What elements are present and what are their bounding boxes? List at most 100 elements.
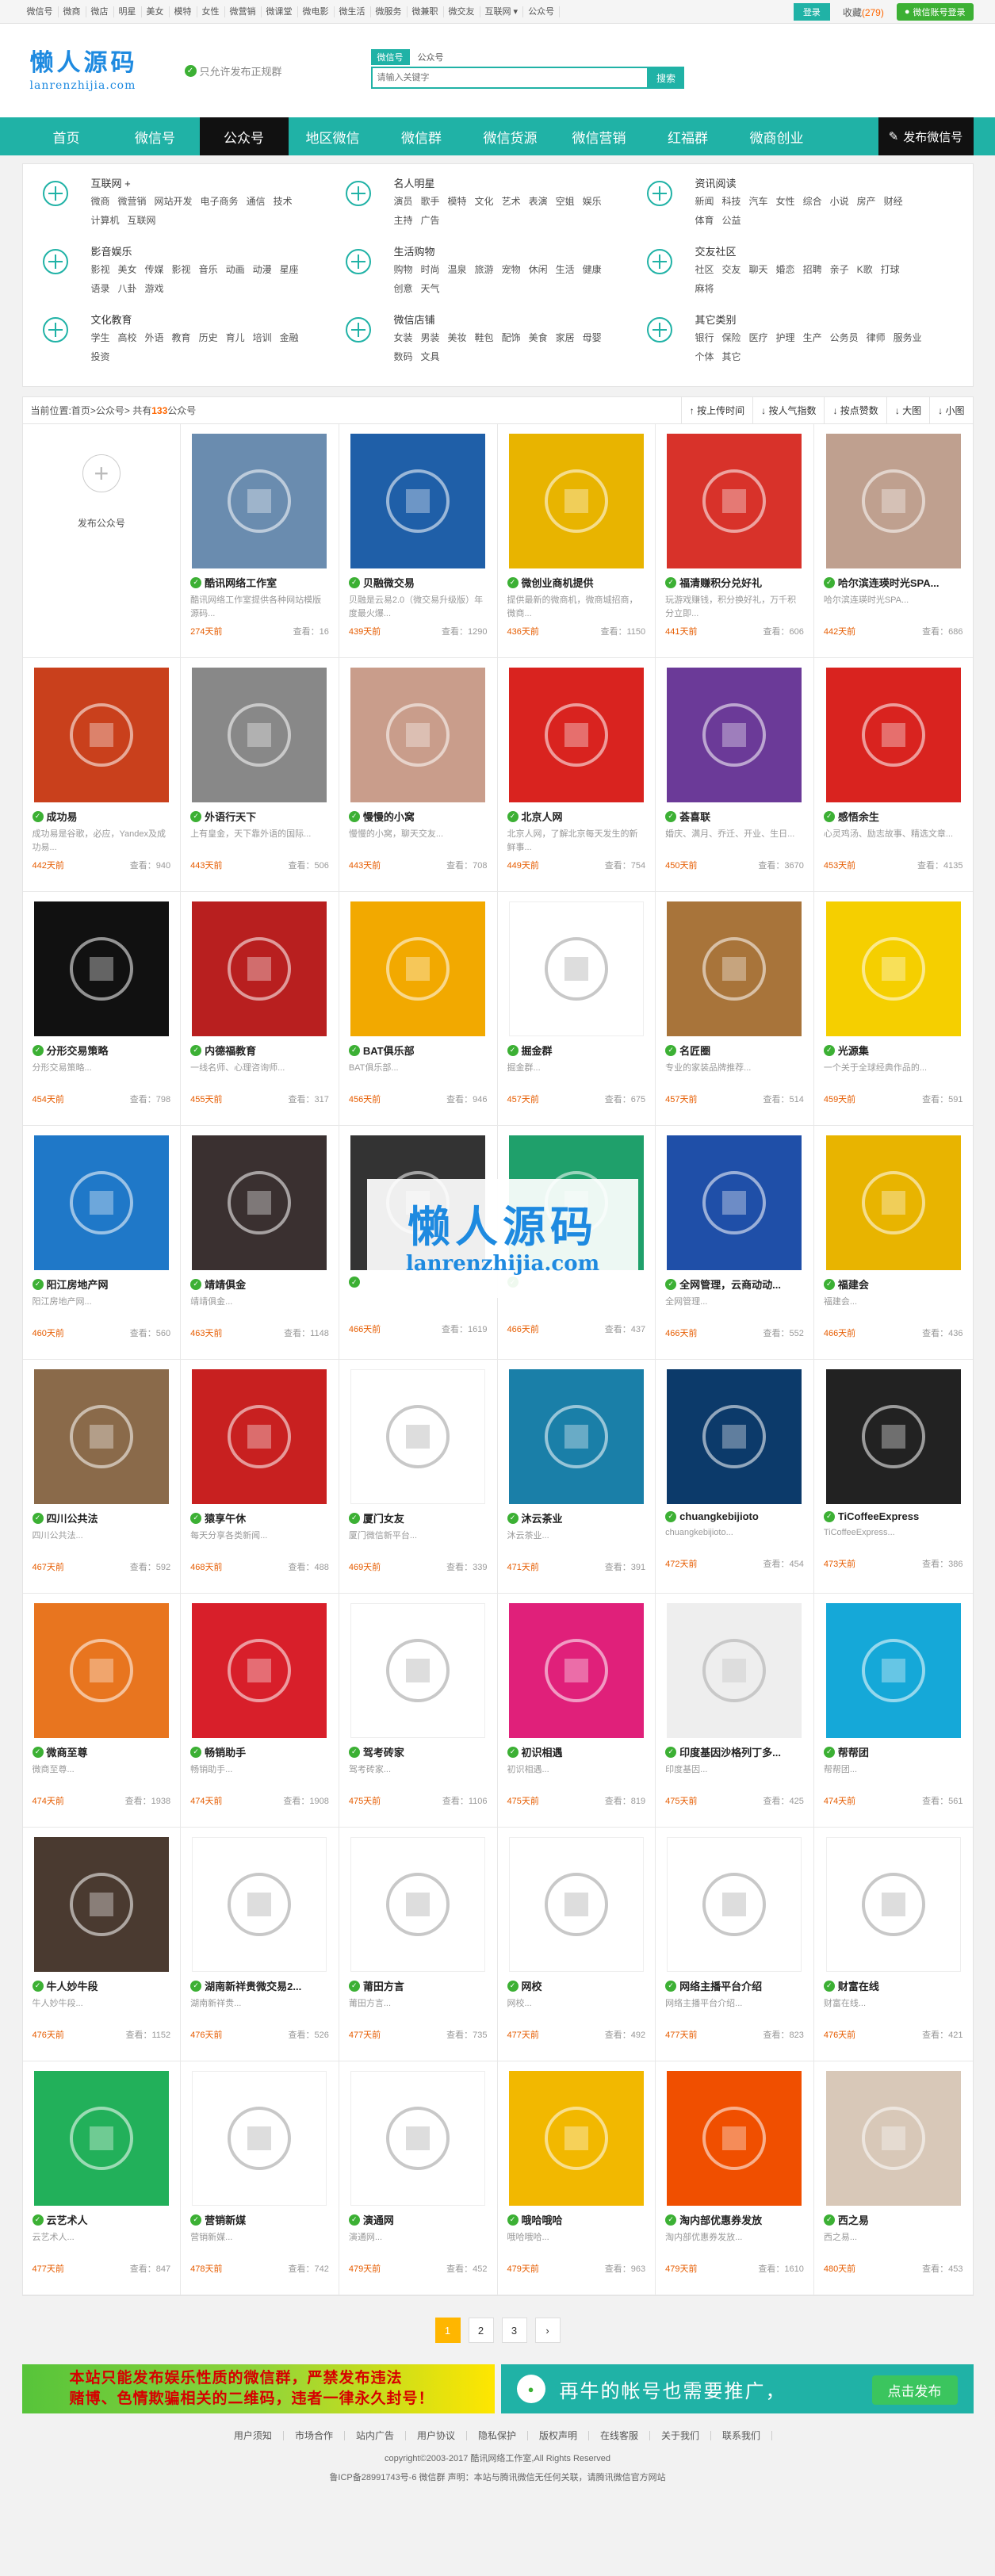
category-link[interactable]: 保险 [722, 328, 741, 347]
account-name-row[interactable]: ✓ 福建会 [823, 1277, 963, 1292]
account-name-row[interactable]: ✓ 云艺术人 [32, 2212, 171, 2227]
account-card[interactable]: ✓ 畅销助手 畅销助手... 474天前 查看：1908 [181, 1594, 339, 1828]
category-link[interactable]: 家居 [556, 328, 575, 347]
category-link[interactable]: 男装 [421, 328, 440, 347]
category-link[interactable]: 音乐 [199, 260, 218, 279]
account-qr-thumbnail[interactable] [667, 1369, 802, 1504]
category-link[interactable]: 温泉 [448, 260, 467, 279]
account-qr-thumbnail[interactable] [350, 1603, 486, 1738]
account-qr-thumbnail[interactable] [667, 1837, 802, 1972]
account-qr-thumbnail[interactable] [350, 434, 486, 568]
category-link[interactable]: 游戏 [145, 279, 164, 298]
account-qr-thumbnail[interactable] [350, 1369, 486, 1504]
category-link[interactable]: 娱乐 [583, 192, 602, 211]
account-qr-thumbnail[interactable] [192, 434, 327, 568]
category-link[interactable]: 招聘 [803, 260, 822, 279]
account-card[interactable]: ✓ 莆田方言 莆田方言... 477天前 查看：735 [339, 1828, 498, 2061]
account-qr-thumbnail[interactable] [667, 2071, 802, 2206]
category-link[interactable]: 交友 [722, 260, 741, 279]
account-card[interactable]: ✓ 西之易 西之易... 480天前 查看：453 [813, 2061, 973, 2295]
account-name-row[interactable]: ✓ 酷讯网络工作室 [190, 575, 329, 590]
category-link[interactable]: 美食 [529, 328, 548, 347]
category-title[interactable]: 微信店铺 [394, 312, 632, 327]
category-link[interactable]: 动漫 [253, 260, 272, 279]
account-name-row[interactable]: ✓ 北京人网 [507, 809, 646, 824]
category-link[interactable]: 公务员 [830, 328, 859, 347]
account-name-row[interactable]: ✓ TiCoffeeExpress [823, 1510, 963, 1522]
category-link[interactable]: 天气 [421, 279, 440, 298]
category-title[interactable]: 名人明星 [394, 175, 632, 190]
category-link[interactable]: 新闻 [695, 192, 714, 211]
category-link[interactable]: 鞋包 [475, 328, 494, 347]
footer-link[interactable]: 用户协议 [406, 2431, 467, 2440]
account-card[interactable]: ✓ 靖靖俱金 靖靖俱金... 463天前 查看：1148 [181, 1126, 339, 1360]
nav-item-supply[interactable]: 微信货源 [466, 117, 555, 155]
category-link[interactable]: 数码 [394, 347, 413, 366]
account-name-row[interactable]: ✓ 网校 [507, 1978, 646, 1993]
account-card[interactable]: ✓ 帮帮团 帮帮团... 474天前 查看：561 [813, 1594, 973, 1828]
account-card[interactable]: ✓ 酷讯网络工作室 酷讯网络工作室提供各种网站模版源码... 274天前 查看：16 [181, 424, 339, 658]
account-name-row[interactable]: ✓ 荟喜联 [665, 809, 804, 824]
notice-banner[interactable]: 本站只能发布娱乐性质的微信群，严禁发布违法 赌博、色情欺骗相关的二维码，违者一律… [21, 2364, 495, 2413]
category-link[interactable]: 计算机 [91, 211, 120, 230]
category-title[interactable]: 其它类别 [695, 312, 933, 327]
account-name-row[interactable]: ✓ 贝融微交易 [348, 575, 488, 590]
top-link[interactable]: 微服务 [371, 6, 408, 17]
category-link[interactable]: 美女 [118, 260, 137, 279]
category-link[interactable]: 网站开发 [155, 192, 193, 211]
account-name-row[interactable]: ✓ 微商至尊 [32, 1744, 171, 1759]
account-qr-thumbnail[interactable] [825, 2071, 961, 2206]
category-link[interactable]: 互联网 [128, 211, 156, 230]
account-qr-thumbnail[interactable] [508, 2071, 644, 2206]
account-name-row[interactable]: ✓ 演通网 [348, 2212, 488, 2227]
nav-item-redpack[interactable]: 红福群 [644, 117, 733, 155]
account-name-row[interactable]: ✓ 全网管理，云商动动... [665, 1277, 804, 1292]
category-link[interactable]: 婚恋 [776, 260, 795, 279]
category-link[interactable]: 通信 [247, 192, 266, 211]
account-qr-thumbnail[interactable] [825, 1603, 961, 1738]
category-link[interactable]: 律师 [867, 328, 886, 347]
account-qr-thumbnail[interactable] [825, 1837, 961, 1972]
account-name-row[interactable]: ✓ 网络主播平台介绍 [665, 1978, 804, 1993]
favorites-link[interactable]: 收藏(279) [843, 6, 884, 19]
account-name-row[interactable]: ✓ 西之易 [823, 2212, 963, 2227]
view-small[interactable]: ↓ 小图 [929, 397, 972, 423]
account-card[interactable]: ✓ 驾考砖家 驾考砖家... 475天前 查看：1106 [339, 1594, 498, 1828]
category-link[interactable]: 传媒 [145, 260, 164, 279]
category-link[interactable]: 体育 [695, 211, 714, 230]
account-card[interactable]: ✓ BAT俱乐部 BAT俱乐部... 456天前 查看：946 [339, 892, 498, 1126]
category-link[interactable]: 歌手 [421, 192, 440, 211]
sort-by-popularity[interactable]: ↓ 按人气指数 [752, 397, 824, 423]
account-qr-thumbnail[interactable] [667, 1603, 802, 1738]
account-qr-thumbnail[interactable] [33, 2071, 169, 2206]
account-card[interactable]: ✓ 财富在线 财富在线... 476天前 查看：421 [813, 1828, 973, 2061]
account-card[interactable]: ✓ 外语行天下 上有皇金，天下靠外语的国际... 443天前 查看：506 [181, 658, 339, 892]
account-name-row[interactable]: ✓ 分形交易策略 [32, 1043, 171, 1058]
footer-link[interactable]: 用户须知 [223, 2431, 284, 2440]
category-link[interactable]: 麻将 [695, 279, 714, 298]
account-card[interactable]: ✓ 营销新媒 营销新媒... 478天前 查看：742 [181, 2061, 339, 2295]
footer-link[interactable]: 关于我们 [650, 2431, 712, 2440]
account-name-row[interactable]: ✓ 名匠圈 [665, 1043, 804, 1058]
nav-item-home[interactable]: 首页 [22, 117, 111, 155]
footer-link[interactable]: 隐私保护 [467, 2431, 528, 2440]
account-card[interactable]: ✓ 牛人妙牛段 牛人妙牛段... 476天前 查看：1152 [22, 1828, 182, 2061]
account-qr-thumbnail[interactable] [667, 901, 802, 1036]
category-link[interactable]: 小说 [830, 192, 849, 211]
account-qr-thumbnail[interactable] [33, 668, 169, 802]
account-name-row[interactable]: ✓ 成功易 [32, 809, 171, 824]
category-title[interactable]: 互联网 + [91, 175, 329, 190]
account-qr-thumbnail[interactable] [825, 1135, 961, 1270]
search-tab-wechat[interactable]: 微信号 [370, 49, 410, 65]
account-qr-thumbnail[interactable] [33, 1135, 169, 1270]
account-name-row[interactable]: ✓ 驾考砖家 [348, 1744, 488, 1759]
top-link[interactable]: 微电影 [298, 6, 335, 17]
top-link[interactable]: 微店 [86, 6, 114, 17]
nav-item-groups[interactable]: 微信群 [377, 117, 466, 155]
account-card[interactable]: ✓ 名匠圈 专业的家装品牌推荐... 457天前 查看：514 [656, 892, 814, 1126]
account-card[interactable]: ✓ 贝融微交易 贝融是云易2.0（微交易升级版）年度最火爆... 439天前 查看：… [339, 424, 498, 658]
category-link[interactable]: 模特 [448, 192, 467, 211]
top-link[interactable]: 女性 [197, 6, 225, 17]
account-card[interactable]: ✓ 沐云茶业 沐云茶业... 471天前 查看：391 [497, 1360, 656, 1594]
search-input[interactable] [370, 67, 649, 89]
